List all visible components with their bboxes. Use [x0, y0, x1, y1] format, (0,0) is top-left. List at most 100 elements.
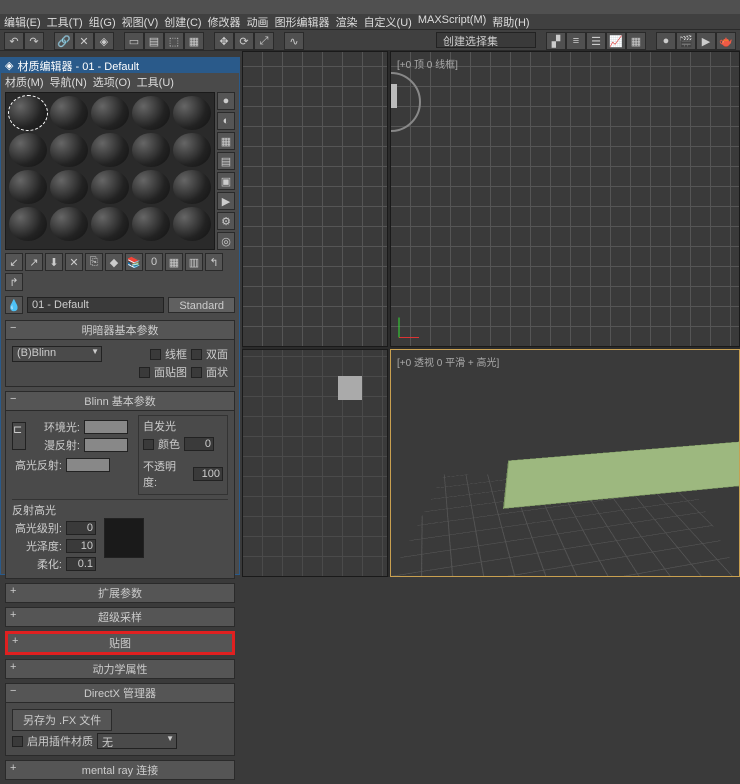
schematic-button[interactable]: ▦	[626, 32, 646, 50]
options-button[interactable]: ⚙	[217, 212, 235, 230]
mat-menu-navigate[interactable]: 导航(N)	[50, 74, 87, 87]
material-sample-slots[interactable]	[5, 92, 215, 250]
render-frame-button[interactable]: ▶	[696, 32, 716, 50]
menu-animation[interactable]: 动画	[247, 14, 269, 29]
reset-button[interactable]: ✕	[65, 253, 83, 271]
specular-swatch[interactable]	[66, 458, 110, 472]
shader-type-dropdown[interactable]: (B)Blinn	[12, 346, 102, 362]
rollout-shader-basic[interactable]: 明暗器基本参数	[5, 320, 235, 340]
plugin-dropdown[interactable]: 无	[97, 733, 177, 749]
sample-slot[interactable]	[9, 96, 47, 130]
quick-render-button[interactable]: 🫖	[716, 32, 736, 50]
enable-plugin-checkbox[interactable]	[12, 736, 23, 747]
rollout-supersample[interactable]: 超级采样	[5, 607, 235, 627]
pick-material-button[interactable]: 💧	[5, 296, 23, 314]
sample-slot[interactable]	[50, 207, 88, 241]
sample-slot[interactable]	[9, 170, 47, 204]
nav-sibling-button[interactable]: ↱	[5, 273, 23, 291]
menu-edit[interactable]: 编辑(E)	[4, 14, 41, 29]
menu-maxscript[interactable]: MAXScript(M)	[418, 14, 486, 29]
two-sided-checkbox[interactable]	[191, 349, 202, 360]
link-button[interactable]: 🔗	[54, 32, 74, 50]
select-by-mat-button[interactable]: ◎	[217, 232, 235, 250]
menu-render[interactable]: 渲染	[336, 14, 358, 29]
undo-button[interactable]: ↶	[4, 32, 24, 50]
sample-slot[interactable]	[173, 133, 211, 167]
sample-slot[interactable]	[173, 170, 211, 204]
sample-type-button[interactable]: ●	[217, 92, 235, 110]
scale-button[interactable]: ⤢	[254, 32, 274, 50]
put-to-lib-button[interactable]: 📚	[125, 253, 143, 271]
viewport-bottom-left[interactable]	[242, 349, 388, 577]
curve-editor-button[interactable]: 📈	[606, 32, 626, 50]
menu-group[interactable]: 组(G)	[89, 14, 116, 29]
menu-help[interactable]: 帮助(H)	[492, 14, 529, 29]
nav-parent-button[interactable]: ↰	[205, 253, 223, 271]
mat-id-button[interactable]: 0	[145, 253, 163, 271]
bind-button[interactable]: ◈	[94, 32, 114, 50]
sample-slot[interactable]	[132, 133, 170, 167]
assign-button[interactable]: ⬇	[45, 253, 63, 271]
redo-button[interactable]: ↷	[24, 32, 44, 50]
sample-slot[interactable]	[50, 96, 88, 130]
show-map-button[interactable]: ▦	[165, 253, 183, 271]
material-editor-button[interactable]: ●	[656, 32, 676, 50]
viewport-top-left[interactable]	[242, 51, 388, 347]
rollout-mentalray[interactable]: mental ray 连接	[5, 760, 235, 780]
snap-toggle-button[interactable]: ∿	[284, 32, 304, 50]
select-rect-button[interactable]: ⬚	[164, 32, 184, 50]
sample-slot[interactable]	[132, 96, 170, 130]
selection-set-dropdown[interactable]: 创建选择集	[436, 32, 536, 48]
sample-slot[interactable]	[173, 207, 211, 241]
menu-graph[interactable]: 图形编辑器	[275, 14, 330, 29]
rollout-dynamics[interactable]: 动力学属性	[5, 659, 235, 679]
sample-slot[interactable]	[91, 207, 129, 241]
menu-modifiers[interactable]: 修改器	[208, 14, 241, 29]
render-setup-button[interactable]: 🎬	[676, 32, 696, 50]
preview-button[interactable]: ▶	[217, 192, 235, 210]
background-button[interactable]: ▦	[217, 132, 235, 150]
copy-button[interactable]: ⎘	[85, 253, 103, 271]
tiling-button[interactable]: ▤	[217, 152, 235, 170]
sample-slot[interactable]	[132, 170, 170, 204]
sample-slot[interactable]	[50, 133, 88, 167]
material-type-button[interactable]: Standard	[168, 297, 235, 313]
self-illum-spinner[interactable]: 0	[184, 437, 214, 451]
sample-slot[interactable]	[91, 133, 129, 167]
menu-tools[interactable]: 工具(T)	[47, 14, 83, 29]
rollout-directx[interactable]: DirectX 管理器	[5, 683, 235, 703]
lock-icon[interactable]: ⊏	[12, 422, 26, 450]
gloss-spinner[interactable]: 10	[66, 539, 96, 553]
window-crossing-button[interactable]: ▦	[184, 32, 204, 50]
layers-button[interactable]: ☰	[586, 32, 606, 50]
align-button[interactable]: ≡	[566, 32, 586, 50]
diffuse-swatch[interactable]	[84, 438, 128, 452]
material-editor-titlebar[interactable]: ◈ 材质编辑器 - 01 - Default	[1, 58, 239, 73]
sample-slot[interactable]	[173, 96, 211, 130]
show-end-button[interactable]: ▥	[185, 253, 203, 271]
menu-create[interactable]: 创建(C)	[164, 14, 201, 29]
menu-views[interactable]: 视图(V)	[122, 14, 159, 29]
menu-custom[interactable]: 自定义(U)	[364, 14, 412, 29]
wire-checkbox[interactable]	[150, 349, 161, 360]
rollout-maps[interactable]: 贴图	[5, 631, 235, 655]
backlight-button[interactable]: ◐	[217, 112, 235, 130]
move-button[interactable]: ✥	[214, 32, 234, 50]
rotate-button[interactable]: ⟳	[234, 32, 254, 50]
mirror-button[interactable]: ▞	[546, 32, 566, 50]
make-unique-button[interactable]: ◆	[105, 253, 123, 271]
self-illum-checkbox[interactable]	[143, 439, 154, 450]
sample-slot[interactable]	[50, 170, 88, 204]
ambient-swatch[interactable]	[84, 420, 128, 434]
save-fx-button[interactable]: 另存为 .FX 文件	[12, 709, 112, 731]
rollout-blinn-basic[interactable]: Blinn 基本参数	[5, 391, 235, 411]
sample-slot[interactable]	[91, 170, 129, 204]
sample-slot[interactable]	[91, 96, 129, 130]
sample-slot[interactable]	[9, 133, 47, 167]
select-name-button[interactable]: ▤	[144, 32, 164, 50]
opacity-spinner[interactable]: 100	[193, 467, 223, 481]
spec-level-spinner[interactable]: 0	[66, 521, 96, 535]
mat-menu-material[interactable]: 材质(M)	[5, 74, 44, 87]
faceted-checkbox[interactable]	[191, 367, 202, 378]
sample-slot[interactable]	[9, 207, 47, 241]
